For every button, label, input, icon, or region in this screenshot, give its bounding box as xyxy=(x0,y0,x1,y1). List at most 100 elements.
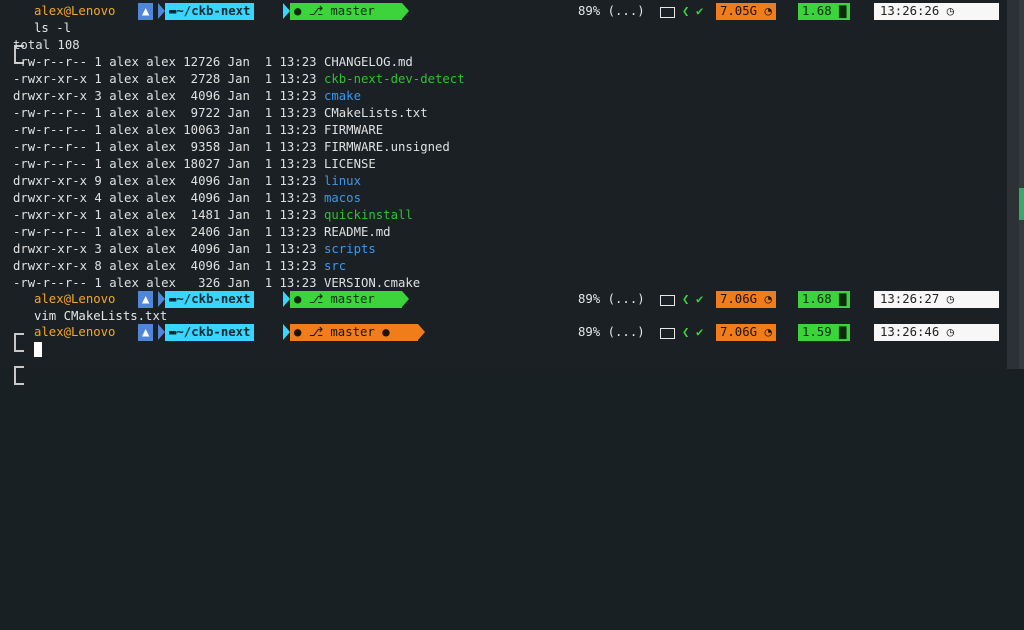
time-segment: 13:26:26 ◷ xyxy=(874,3,999,20)
prompt-line-3: alex@Lenovo ▲ ▬~/ckb-next ● ⎇ master ● 8… xyxy=(0,324,1007,377)
check-icon: ✔ xyxy=(696,4,704,18)
user-host: alex@Lenovo xyxy=(34,4,116,18)
command-input[interactable] xyxy=(34,341,42,358)
command-line-2: vim CMakeLists.txt xyxy=(0,308,1007,352)
clock-icon: ◷ xyxy=(946,325,955,339)
chevron-left-icon: ❮ xyxy=(682,4,690,18)
scrollbar-thumb[interactable] xyxy=(1019,0,1024,369)
ls-entry: -rw-r--r-- 1 alex alex 18027 Jan 1 13:23… xyxy=(13,156,376,173)
file-name: README.md xyxy=(323,225,391,239)
file-name: VERSION.cmake xyxy=(323,276,421,290)
branch-icon: ⎇ xyxy=(308,292,323,306)
ls-entry: -rwxr-xr-x 1 alex alex 1481 Jan 1 13:23 … xyxy=(13,207,413,224)
file-metadata: -rw-r--r-- 1 alex alex 12726 Jan 1 13:23 xyxy=(13,55,324,69)
command-text: ls -l xyxy=(34,21,72,35)
ls-entry: -rw-r--r-- 1 alex alex 10063 Jan 1 13:23… xyxy=(13,122,383,139)
git-segment: ● ⎇ master xyxy=(290,3,402,20)
check-icon: ✔ xyxy=(696,325,704,339)
file-metadata: -rw-r--r-- 1 alex alex 9358 Jan 1 13:23 xyxy=(13,140,324,154)
segment-separator xyxy=(283,324,290,340)
scroll-marker xyxy=(1019,188,1024,220)
file-name: CMakeLists.txt xyxy=(323,106,428,120)
file-metadata: -rwxr-xr-x 1 alex alex 1481 Jan 1 13:23 xyxy=(13,208,324,222)
load-segment: 1.68 ▇ xyxy=(798,3,851,20)
ls-entry: -rw-r--r-- 1 alex alex 12726 Jan 1 13:23… xyxy=(13,54,413,71)
chevron-left-icon: ❮ xyxy=(682,292,690,306)
file-metadata: drwxr-xr-x 8 alex alex 4096 Jan 1 13:23 xyxy=(13,259,324,273)
gauge-icon: ◔ xyxy=(764,4,772,18)
memory-segment: 7.06G ◔ xyxy=(716,291,776,308)
git-segment: ● ⎇ master xyxy=(290,291,402,308)
chevron-left-icon: ❮ xyxy=(682,325,690,339)
segment-separator xyxy=(402,291,409,307)
segment-separator xyxy=(283,291,290,307)
branch-icon: ⎇ xyxy=(308,4,323,18)
battery-icon xyxy=(660,328,675,339)
ls-total: total 108 xyxy=(13,38,80,52)
ls-entry: -rwxr-xr-x 1 alex alex 2728 Jan 1 13:23 … xyxy=(13,71,465,88)
clock-icon: ◷ xyxy=(946,4,955,18)
file-name: src xyxy=(323,259,347,273)
battery-status: 89% (...) xyxy=(578,325,645,339)
time-segment: 13:26:46 ◷ xyxy=(874,324,999,341)
prompt-line-1: alex@Lenovo ▲ ▬~/ckb-next ● ⎇ master 89%… xyxy=(0,3,1007,56)
command-text: vim CMakeLists.txt xyxy=(34,309,168,323)
file-metadata: drwxr-xr-x 4 alex alex 4096 Jan 1 13:23 xyxy=(13,191,324,205)
file-metadata: drwxr-xr-x 3 alex alex 4096 Jan 1 13:23 xyxy=(13,89,324,103)
bar-chart-icon: ▇ xyxy=(839,292,847,306)
clock-icon: ◷ xyxy=(946,292,955,306)
command-line-1: ls -l xyxy=(0,20,1007,64)
segment-separator xyxy=(418,324,425,340)
github-icon: ● xyxy=(294,4,302,18)
file-metadata: -rw-r--r-- 1 alex alex 18027 Jan 1 13:23 xyxy=(13,157,324,171)
check-icon: ✔ xyxy=(696,292,704,306)
command-line-3[interactable] xyxy=(0,341,1007,385)
battery-status: 89% (...) xyxy=(578,4,645,18)
prompt-bracket-bottom xyxy=(14,375,24,392)
ls-entry: -rw-r--r-- 1 alex alex 326 Jan 1 13:23 V… xyxy=(13,275,420,292)
segment-separator xyxy=(158,291,165,307)
load-segment: 1.59 ▇ xyxy=(798,324,851,341)
file-metadata: -rwxr-xr-x 1 alex alex 2728 Jan 1 13:23 xyxy=(13,72,324,86)
battery-status: 89% (...) xyxy=(578,292,645,306)
file-name: ckb-next-dev-detect xyxy=(323,72,465,86)
gauge-icon: ◔ xyxy=(764,292,772,306)
battery-icon xyxy=(660,295,675,306)
user-host: alex@Lenovo xyxy=(34,325,116,339)
file-metadata: -rw-r--r-- 1 alex alex 10063 Jan 1 13:23 xyxy=(13,123,324,137)
branch-icon: ⎇ xyxy=(308,325,323,339)
file-name: FIRMWARE xyxy=(323,123,384,137)
bar-chart-icon: ▇ xyxy=(839,325,847,339)
file-name: cmake xyxy=(323,89,361,103)
file-name: FIRMWARE.unsigned xyxy=(323,140,450,154)
terminal-window[interactable]: alex@Lenovo ▲ ▬~/ckb-next ● ⎇ master 89%… xyxy=(0,0,1007,385)
segment-separator xyxy=(158,324,165,340)
ls-entry: -rw-r--r-- 1 alex alex 2406 Jan 1 13:23 … xyxy=(13,224,391,241)
git-segment-dirty: ● ⎇ master ● xyxy=(290,324,418,341)
battery-icon xyxy=(660,7,675,18)
file-name: macos xyxy=(323,191,361,205)
path-segment: ▬~/ckb-next xyxy=(165,324,255,341)
github-icon: ● xyxy=(294,292,302,306)
file-metadata: drwxr-xr-x 3 alex alex 4096 Jan 1 13:23 xyxy=(13,242,324,256)
bar-chart-icon: ▇ xyxy=(839,4,847,18)
ls-entry: drwxr-xr-x 3 alex alex 4096 Jan 1 13:23 … xyxy=(13,241,376,258)
file-name: CHANGELOG.md xyxy=(323,55,413,69)
ls-entry: -rw-r--r-- 1 alex alex 9722 Jan 1 13:23 … xyxy=(13,105,428,122)
file-metadata: drwxr-xr-x 9 alex alex 4096 Jan 1 13:23 xyxy=(13,174,324,188)
file-metadata: -rw-r--r-- 1 alex alex 326 Jan 1 13:23 xyxy=(13,276,324,290)
memory-segment: 7.06G ◔ xyxy=(716,324,776,341)
user-host: alex@Lenovo xyxy=(34,292,116,306)
file-name: linux xyxy=(323,174,361,188)
arch-linux-icon: ▲ xyxy=(138,291,154,308)
gauge-icon: ◔ xyxy=(764,325,772,339)
segment-separator xyxy=(402,3,409,19)
segment-separator xyxy=(158,3,165,19)
file-name: scripts xyxy=(323,242,376,256)
time-segment: 13:26:27 ◷ xyxy=(874,291,999,308)
prompt-line-2: alex@Lenovo ▲ ▬~/ckb-next ● ⎇ master 89%… xyxy=(0,291,1007,344)
github-icon: ● xyxy=(294,325,302,339)
file-name: LICENSE xyxy=(323,157,376,171)
ls-entry: drwxr-xr-x 4 alex alex 4096 Jan 1 13:23 … xyxy=(13,190,361,207)
ls-entry: drwxr-xr-x 8 alex alex 4096 Jan 1 13:23 … xyxy=(13,258,346,275)
